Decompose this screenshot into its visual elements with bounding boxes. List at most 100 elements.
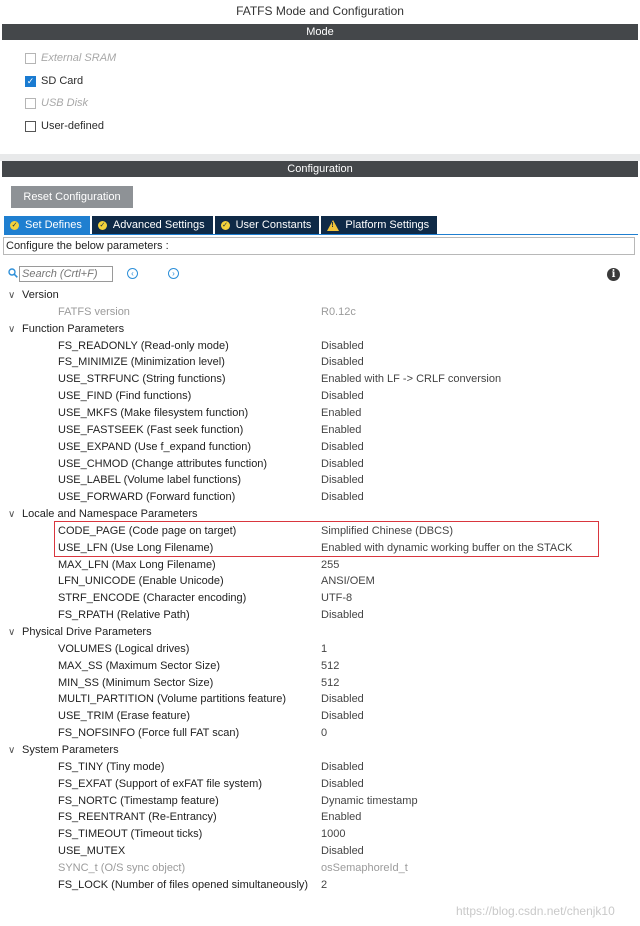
parameter-value[interactable]: Disabled xyxy=(321,776,364,793)
parameter-value[interactable]: Enabled xyxy=(321,422,361,439)
mode-option[interactable]: ✓ SD Card xyxy=(25,73,83,89)
group-label: System Parameters xyxy=(22,744,119,756)
group-label: Function Parameters xyxy=(22,323,125,335)
parameter-row[interactable]: FS_LOCK (Number of files opened simultan… xyxy=(0,877,640,894)
parameter-name: MIN_SS (Minimum Sector Size) xyxy=(58,677,214,689)
parameter-value[interactable]: Disabled xyxy=(321,843,364,860)
checkbox[interactable]: ✓ xyxy=(25,75,36,87)
parameter-row[interactable]: USE_TRIM (Erase feature) Disabled xyxy=(0,708,640,725)
parameter-name: FS_MINIMIZE (Minimization level) xyxy=(58,356,225,368)
warning-icon: ! xyxy=(327,219,340,231)
parameter-row[interactable]: FS_REENTRANT (Re-Entrancy) Enabled xyxy=(0,809,640,826)
parameter-row[interactable]: USE_FORWARD (Forward function) Disabled xyxy=(0,489,640,506)
parameter-value[interactable]: 255 xyxy=(321,557,339,574)
parameter-row[interactable]: FS_RPATH (Relative Path) Disabled xyxy=(0,607,640,624)
parameter-row[interactable]: USE_STRFUNC (String functions) Enabled wi… xyxy=(0,371,640,388)
parameter-row[interactable]: FS_NORTC (Timestamp feature) Dynamic time… xyxy=(0,793,640,810)
parameter-value[interactable]: 1000 xyxy=(321,826,345,843)
chevron-down-icon[interactable]: ∨ xyxy=(8,506,15,523)
chevron-down-icon[interactable]: ∨ xyxy=(8,624,15,641)
parameter-value[interactable]: 1 xyxy=(321,641,327,658)
parameter-row[interactable]: USE_LABEL (Volume label functions) Disabl… xyxy=(0,472,640,489)
reset-configuration-button[interactable]: Reset Configuration xyxy=(11,186,133,208)
panel-separator xyxy=(0,154,640,161)
parameter-value[interactable]: Disabled xyxy=(321,489,364,506)
previous-match-icon[interactable]: ‹ xyxy=(127,268,138,279)
parameter-name: USE_EXPAND (Use f_expand function) xyxy=(58,441,251,453)
parameter-row[interactable]: FS_TINY (Tiny mode) Disabled xyxy=(0,759,640,776)
mode-option[interactable]: User-defined xyxy=(25,118,104,134)
parameter-value[interactable]: Disabled xyxy=(321,439,364,456)
chevron-down-icon[interactable]: ∨ xyxy=(8,287,15,304)
tab[interactable]: ✓ Set Defines xyxy=(4,216,90,234)
parameter-row[interactable]: USE_MKFS (Make filesystem function) Enabl… xyxy=(0,405,640,422)
tab[interactable]: ✓ User Constants xyxy=(214,216,320,234)
info-icon[interactable]: i xyxy=(607,268,620,281)
parameter-row[interactable]: MAX_SS (Maximum Sector Size) 512 xyxy=(0,658,640,675)
parameter-row[interactable]: VOLUMES (Logical drives) 1 xyxy=(0,641,640,658)
parameter-row[interactable]: FS_MINIMIZE (Minimization level) Disabled xyxy=(0,354,640,371)
parameter-row[interactable]: USE_EXPAND (Use f_expand function) Disabl… xyxy=(0,439,640,456)
parameter-row[interactable]: FS_EXFAT (Support of exFAT file system) D… xyxy=(0,776,640,793)
parameter-value[interactable]: 2 xyxy=(321,877,327,894)
parameter-group[interactable]: ∨ Physical Drive Parameters xyxy=(0,624,640,641)
search-icon xyxy=(8,268,18,278)
parameter-row[interactable]: USE_FIND (Find functions) Disabled xyxy=(0,388,640,405)
tab[interactable]: ! Platform Settings xyxy=(321,216,438,234)
parameter-name: MAX_SS (Maximum Sector Size) xyxy=(58,660,220,672)
parameter-row[interactable]: USE_FASTSEEK (Fast seek function) Enabled xyxy=(0,422,640,439)
parameter-name: FATFS version xyxy=(58,306,130,318)
parameter-value[interactable]: Disabled xyxy=(321,691,364,708)
parameter-row[interactable]: MULTI_PARTITION (Volume partitions featu… xyxy=(0,691,640,708)
parameter-value[interactable]: 512 xyxy=(321,675,339,692)
tab-label: Platform Settings xyxy=(345,219,430,231)
parameter-name: VOLUMES (Logical drives) xyxy=(58,643,190,655)
parameter-row[interactable]: LFN_UNICODE (Enable Unicode) ANSI/OEM xyxy=(0,573,640,590)
tab-label: Advanced Settings xyxy=(112,219,205,231)
tab[interactable]: ✓ Advanced Settings xyxy=(91,216,213,234)
config-tabs: ✓ Set Defines ✓ Advanced Settings ✓ User Cons… xyxy=(4,216,439,234)
search-input[interactable] xyxy=(19,266,113,282)
next-match-icon[interactable]: › xyxy=(168,268,179,279)
parameter-value: R0.12c xyxy=(321,306,356,318)
parameter-value[interactable]: Dynamic timestamp xyxy=(321,793,418,810)
parameter-group[interactable]: ∨ Version xyxy=(0,287,640,304)
parameter-row: SYNC_t (O/S sync object) osSemaphoreId_t xyxy=(0,860,640,877)
parameter-value[interactable]: ANSI/OEM xyxy=(321,573,375,590)
parameter-value[interactable]: Disabled xyxy=(321,708,364,725)
parameter-value[interactable]: 0 xyxy=(321,725,327,742)
parameter-row[interactable]: MIN_SS (Minimum Sector Size) 512 xyxy=(0,675,640,692)
parameter-row[interactable]: STRF_ENCODE (Character encoding) UTF-8 xyxy=(0,590,640,607)
parameter-name: USE_CHMOD (Change attributes function) xyxy=(58,458,268,470)
tab-label: Set Defines xyxy=(25,219,82,231)
parameter-row[interactable]: FS_READONLY (Read-only mode) Disabled xyxy=(0,338,640,355)
parameter-group[interactable]: ∨ System Parameters xyxy=(0,742,640,759)
parameter-name: USE_LABEL (Volume label functions) xyxy=(58,474,242,486)
parameter-name: USE_FASTSEEK (Fast seek function) xyxy=(58,424,244,436)
parameter-row[interactable]: USE_CHMOD (Change attributes function) Di… xyxy=(0,456,640,473)
parameter-value[interactable]: Disabled xyxy=(321,354,364,371)
parameter-value[interactable]: Enabled xyxy=(321,809,361,826)
parameter-value[interactable]: Disabled xyxy=(321,338,364,355)
chevron-down-icon[interactable]: ∨ xyxy=(8,321,15,338)
parameter-row[interactable]: FS_TIMEOUT (Timeout ticks) 1000 xyxy=(0,826,640,843)
chevron-down-icon[interactable]: ∨ xyxy=(8,742,15,759)
check-circle-icon: ✓ xyxy=(97,220,107,230)
checkbox xyxy=(25,52,36,64)
parameter-group[interactable]: ∨ Function Parameters xyxy=(0,321,640,338)
parameter-row[interactable]: MAX_LFN (Max Long Filename) 255 xyxy=(0,557,640,574)
parameter-name: LFN_UNICODE (Enable Unicode) xyxy=(58,575,224,587)
parameter-row[interactable]: USE_MUTEX Disabled xyxy=(0,843,640,860)
parameter-row[interactable]: FS_NOFSINFO (Force full FAT scan) 0 xyxy=(0,725,640,742)
parameter-name: STRF_ENCODE (Character encoding) xyxy=(58,592,247,604)
parameter-value[interactable]: Disabled xyxy=(321,472,364,489)
parameter-value[interactable]: Enabled with LF -> CRLF conversion xyxy=(321,371,501,388)
parameter-value[interactable]: 512 xyxy=(321,658,339,675)
checkbox[interactable] xyxy=(25,120,36,132)
parameter-value[interactable]: Disabled xyxy=(321,759,364,776)
parameter-value[interactable]: UTF-8 xyxy=(321,590,352,607)
parameter-value[interactable]: Disabled xyxy=(321,607,364,624)
parameter-value[interactable]: Enabled xyxy=(321,405,361,422)
parameter-value[interactable]: Disabled xyxy=(321,388,364,405)
parameter-value[interactable]: Disabled xyxy=(321,456,364,473)
